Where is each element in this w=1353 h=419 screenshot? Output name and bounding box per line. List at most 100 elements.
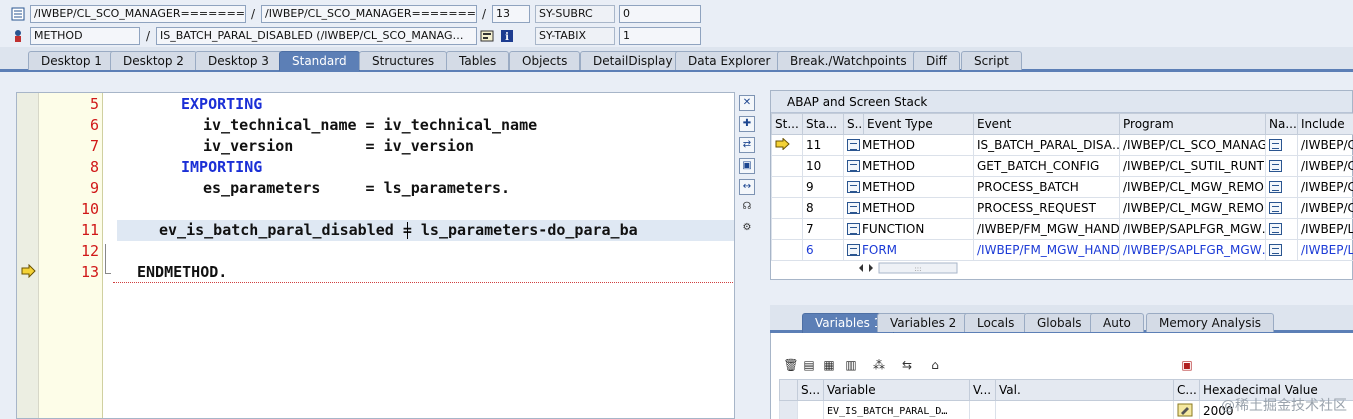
tab-objects[interactable]: Objects bbox=[509, 51, 581, 70]
variables-tabstrip: Variables 1 Variables 2 Locals Globals A… bbox=[770, 305, 1353, 333]
tab-script[interactable]: Script bbox=[961, 51, 1022, 70]
editor-toolbar: ✕ ✚ ⇄ ▣ ↔ ☊ ⚙ bbox=[737, 92, 759, 252]
column-header[interactable]: Sta... bbox=[802, 113, 844, 135]
column-header[interactable]: S... bbox=[797, 379, 824, 401]
event-type-cell: METHOD bbox=[843, 155, 974, 177]
transfer-icon[interactable]: ⇆ bbox=[899, 357, 915, 373]
stack-level: 7 bbox=[802, 218, 844, 240]
stack-level: 9 bbox=[802, 176, 844, 198]
column-header[interactable]: C... bbox=[1173, 379, 1200, 401]
desktop-tabstrip: Desktop 1 Desktop 2 Desktop 3 Standard S… bbox=[0, 47, 1353, 72]
navigate-icon[interactable] bbox=[1265, 176, 1298, 198]
event-type-cell: FORM bbox=[843, 239, 974, 261]
tab-diff[interactable]: Diff bbox=[913, 51, 960, 70]
services-icon[interactable]: ☊ bbox=[739, 200, 755, 216]
function-icon bbox=[847, 223, 860, 235]
table-row[interactable]: 9 METHOD PROCESS_BATCH /IWBEP/CL_MGW_REM… bbox=[771, 176, 1353, 198]
table-row[interactable]: 8 METHOD PROCESS_REQUEST /IWBEP/CL_MGW_R… bbox=[771, 197, 1353, 219]
close-icon[interactable]: ✕ bbox=[739, 95, 755, 111]
fold-bracket bbox=[105, 244, 111, 274]
stack-title: ABAP and Screen Stack bbox=[771, 91, 1352, 113]
program-cell: /IWBEP/SAPLFGR_MGW… bbox=[1119, 239, 1266, 261]
event-type-field[interactable]: METHOD bbox=[30, 27, 140, 45]
column-header[interactable]: S... bbox=[843, 113, 864, 135]
settings-icon[interactable]: ⚙ bbox=[739, 221, 755, 237]
code-line: ev_is_batch_paral_disabled = ls_paramete… bbox=[159, 221, 638, 239]
svg-text::::: ::: bbox=[914, 265, 921, 273]
replace-tool-icon[interactable]: ⇄ bbox=[739, 137, 755, 153]
column-header[interactable]: Event bbox=[973, 113, 1120, 135]
include-field[interactable]: /IWBEP/CL_SCO_MANAGER======== bbox=[261, 5, 477, 23]
navigate-icon[interactable] bbox=[1265, 239, 1298, 261]
tab-variables-2[interactable]: Variables 2 bbox=[877, 313, 970, 332]
source-code-editor[interactable]: 5 6 7 8 9 10 11 12 13 EXPORTING iv_techn… bbox=[16, 92, 735, 419]
tab-globals[interactable]: Globals bbox=[1024, 313, 1095, 332]
new-tool-icon[interactable]: ✚ bbox=[739, 116, 755, 132]
column-header[interactable]: V... bbox=[969, 379, 996, 401]
tag-icon[interactable]: ⌂ bbox=[927, 357, 943, 373]
variable-name-cell[interactable]: EV_IS_BATCH_PARAL_D… bbox=[823, 400, 970, 419]
line-number: 13 bbox=[80, 263, 99, 281]
navigate-icon[interactable] bbox=[1265, 155, 1298, 177]
tab-breakpoints[interactable]: Break./Watchpoints bbox=[777, 51, 920, 70]
line-number: 5 bbox=[89, 95, 99, 113]
tab-desktop-3[interactable]: Desktop 3 bbox=[195, 51, 282, 70]
column-header[interactable]: Na... bbox=[1265, 113, 1298, 135]
stack-table[interactable]: St... Sta... S... Event Type Event Progr… bbox=[771, 113, 1353, 261]
display-object-icon[interactable] bbox=[480, 29, 494, 43]
column-header[interactable]: Variable bbox=[823, 379, 970, 401]
stack-level: 10 bbox=[802, 155, 844, 177]
table-row[interactable]: 7 FUNCTION /IWBEP/FM_MGW_HAND… /IWBEP/SA… bbox=[771, 218, 1353, 240]
save-variables-icon[interactable]: ▦ bbox=[821, 357, 837, 373]
tab-structures[interactable]: Structures bbox=[359, 51, 448, 70]
column-header[interactable]: Val. bbox=[995, 379, 1174, 401]
tab-detaildisplay[interactable]: DetailDisplay bbox=[580, 51, 686, 70]
event-name-field[interactable]: IS_BATCH_PARAL_DISABLED (/IWBEP/CL_SCO_M… bbox=[156, 27, 477, 45]
method-icon bbox=[847, 202, 860, 214]
tab-desktop-1[interactable]: Desktop 1 bbox=[28, 51, 115, 70]
sy-subrc-value[interactable]: 0 bbox=[619, 5, 701, 23]
navigate-icon[interactable] bbox=[1265, 197, 1298, 219]
swap-tool-icon[interactable]: ↔ bbox=[739, 179, 755, 195]
table-row[interactable]: 11 METHOD IS_BATCH_PARAL_DISA… /IWBEP/CL… bbox=[771, 134, 1353, 156]
method-icon bbox=[847, 181, 860, 193]
code-line: es_parameters = ls_parameters. bbox=[203, 179, 511, 197]
tab-data-explorer[interactable]: Data Explorer bbox=[675, 51, 784, 70]
navigate-icon[interactable] bbox=[1265, 134, 1298, 156]
column-header[interactable]: Include bbox=[1297, 113, 1353, 135]
line-field[interactable]: 13 bbox=[492, 5, 530, 23]
line-number: 7 bbox=[89, 137, 99, 155]
horizontal-scrollbar[interactable]: ::: bbox=[849, 261, 959, 275]
stack-level: 8 bbox=[802, 197, 844, 219]
sy-tabix-value[interactable]: 1 bbox=[619, 27, 701, 45]
list-icon[interactable]: ▤ bbox=[801, 357, 817, 373]
breakpoint-gutter[interactable] bbox=[17, 93, 39, 418]
abap-debugger-window: /IWBEP/CL_SCO_MANAGER======== / /IWBEP/C… bbox=[0, 0, 1353, 419]
save-icon[interactable]: ▣ bbox=[1179, 357, 1195, 373]
line-number: 6 bbox=[89, 116, 99, 134]
maximize-icon[interactable]: ▣ bbox=[739, 158, 755, 174]
table-row[interactable]: 6 FORM /IWBEP/FM_MGW_HAND… /IWBEP/SAPLFG… bbox=[771, 239, 1353, 261]
event-cell: /IWBEP/FM_MGW_HAND… bbox=[973, 239, 1120, 261]
tab-memory-analysis[interactable]: Memory Analysis bbox=[1146, 313, 1275, 332]
code-line: EXPORTING bbox=[181, 95, 263, 113]
program-field[interactable]: /IWBEP/CL_SCO_MANAGER======== bbox=[30, 5, 246, 23]
table-row[interactable]: 10 METHOD GET_BATCH_CONFIG /IWBEP/CL_SUT… bbox=[771, 155, 1353, 177]
info-icon[interactable]: i bbox=[500, 29, 514, 43]
tab-standard[interactable]: Standard bbox=[279, 51, 360, 71]
value-cell[interactable] bbox=[995, 400, 1174, 419]
tab-locals[interactable]: Locals bbox=[964, 313, 1028, 332]
column-header[interactable]: Event Type bbox=[863, 113, 974, 135]
load-variables-icon[interactable]: ▥ bbox=[843, 357, 859, 373]
navigate-icon[interactable] bbox=[1265, 218, 1298, 240]
column-header[interactable]: St... bbox=[771, 113, 803, 135]
event-type-cell: METHOD bbox=[843, 176, 974, 198]
delete-icon[interactable]: 🗑 bbox=[783, 357, 799, 373]
column-header[interactable]: Program bbox=[1119, 113, 1266, 135]
tab-auto[interactable]: Auto bbox=[1090, 313, 1144, 332]
tab-desktop-2[interactable]: Desktop 2 bbox=[110, 51, 197, 70]
edit-icon[interactable] bbox=[1173, 400, 1200, 419]
structure-icon[interactable]: ⁂ bbox=[871, 357, 887, 373]
stack-level: 6 bbox=[802, 239, 844, 261]
tab-tables[interactable]: Tables bbox=[446, 51, 510, 70]
